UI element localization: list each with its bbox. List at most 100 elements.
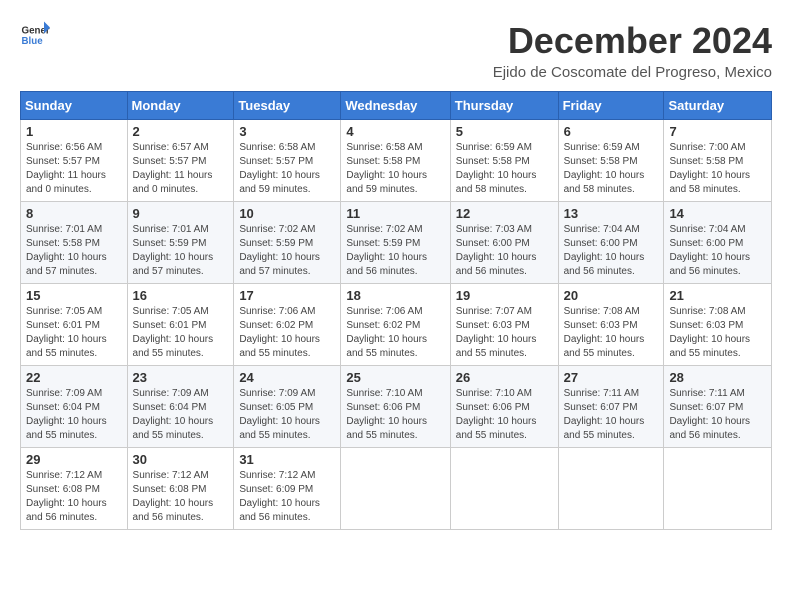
day-info: Sunrise: 7:12 AMSunset: 6:09 PMDaylight:…	[239, 470, 320, 523]
day-info: Sunrise: 7:07 AMSunset: 6:03 PMDaylight:…	[456, 306, 537, 359]
table-row: 6 Sunrise: 6:59 AMSunset: 5:58 PMDayligh…	[558, 120, 664, 202]
table-row: 11 Sunrise: 7:02 AMSunset: 5:59 PMDaylig…	[341, 202, 450, 284]
day-number: 1	[26, 124, 122, 139]
day-number: 20	[564, 288, 659, 303]
day-info: Sunrise: 7:06 AMSunset: 6:02 PMDaylight:…	[346, 306, 427, 359]
day-number: 2	[133, 124, 229, 139]
table-row: 2 Sunrise: 6:57 AMSunset: 5:57 PMDayligh…	[127, 120, 234, 202]
calendar-week-1: 1 Sunrise: 6:56 AMSunset: 5:57 PMDayligh…	[21, 120, 772, 202]
day-info: Sunrise: 7:04 AMSunset: 6:00 PMDaylight:…	[669, 224, 750, 277]
col-sunday: Sunday	[21, 92, 128, 120]
day-number: 30	[133, 452, 229, 467]
day-info: Sunrise: 7:04 AMSunset: 6:00 PMDaylight:…	[564, 224, 645, 277]
day-number: 14	[669, 206, 766, 221]
col-friday: Friday	[558, 92, 664, 120]
day-number: 12	[456, 206, 553, 221]
col-thursday: Thursday	[450, 92, 558, 120]
table-row: 14 Sunrise: 7:04 AMSunset: 6:00 PMDaylig…	[664, 202, 772, 284]
day-number: 13	[564, 206, 659, 221]
table-row	[341, 448, 450, 530]
day-info: Sunrise: 7:09 AMSunset: 6:04 PMDaylight:…	[133, 388, 214, 441]
day-number: 23	[133, 370, 229, 385]
day-info: Sunrise: 7:02 AMSunset: 5:59 PMDaylight:…	[239, 224, 320, 277]
table-row: 15 Sunrise: 7:05 AMSunset: 6:01 PMDaylig…	[21, 284, 128, 366]
calendar-week-2: 8 Sunrise: 7:01 AMSunset: 5:58 PMDayligh…	[21, 202, 772, 284]
table-row: 26 Sunrise: 7:10 AMSunset: 6:06 PMDaylig…	[450, 366, 558, 448]
table-row	[450, 448, 558, 530]
day-info: Sunrise: 7:10 AMSunset: 6:06 PMDaylight:…	[346, 388, 427, 441]
day-number: 18	[346, 288, 444, 303]
day-number: 22	[26, 370, 122, 385]
day-number: 21	[669, 288, 766, 303]
day-info: Sunrise: 6:59 AMSunset: 5:58 PMDaylight:…	[456, 142, 537, 195]
table-row: 13 Sunrise: 7:04 AMSunset: 6:00 PMDaylig…	[558, 202, 664, 284]
table-row: 21 Sunrise: 7:08 AMSunset: 6:03 PMDaylig…	[664, 284, 772, 366]
svg-text:Blue: Blue	[22, 36, 44, 47]
day-number: 31	[239, 452, 335, 467]
day-number: 8	[26, 206, 122, 221]
table-row: 31 Sunrise: 7:12 AMSunset: 6:09 PMDaylig…	[234, 448, 341, 530]
day-number: 3	[239, 124, 335, 139]
table-row: 12 Sunrise: 7:03 AMSunset: 6:00 PMDaylig…	[450, 202, 558, 284]
day-info: Sunrise: 7:08 AMSunset: 6:03 PMDaylight:…	[564, 306, 645, 359]
table-row: 8 Sunrise: 7:01 AMSunset: 5:58 PMDayligh…	[21, 202, 128, 284]
table-row: 3 Sunrise: 6:58 AMSunset: 5:57 PMDayligh…	[234, 120, 341, 202]
day-info: Sunrise: 7:05 AMSunset: 6:01 PMDaylight:…	[133, 306, 214, 359]
calendar-table: Sunday Monday Tuesday Wednesday Thursday…	[20, 91, 772, 530]
table-row: 4 Sunrise: 6:58 AMSunset: 5:58 PMDayligh…	[341, 120, 450, 202]
day-info: Sunrise: 7:01 AMSunset: 5:59 PMDaylight:…	[133, 224, 214, 277]
title-section: December 2024 Ejido de Coscomate del Pro…	[493, 20, 772, 81]
day-number: 25	[346, 370, 444, 385]
day-number: 15	[26, 288, 122, 303]
table-row: 16 Sunrise: 7:05 AMSunset: 6:01 PMDaylig…	[127, 284, 234, 366]
day-number: 29	[26, 452, 122, 467]
col-tuesday: Tuesday	[234, 92, 341, 120]
table-row	[558, 448, 664, 530]
day-info: Sunrise: 6:58 AMSunset: 5:57 PMDaylight:…	[239, 142, 320, 195]
day-number: 6	[564, 124, 659, 139]
table-row: 18 Sunrise: 7:06 AMSunset: 6:02 PMDaylig…	[341, 284, 450, 366]
day-number: 17	[239, 288, 335, 303]
col-monday: Monday	[127, 92, 234, 120]
day-info: Sunrise: 7:06 AMSunset: 6:02 PMDaylight:…	[239, 306, 320, 359]
day-info: Sunrise: 7:12 AMSunset: 6:08 PMDaylight:…	[26, 470, 107, 523]
day-info: Sunrise: 7:09 AMSunset: 6:04 PMDaylight:…	[26, 388, 107, 441]
month-title: December 2024	[493, 20, 772, 62]
table-row: 19 Sunrise: 7:07 AMSunset: 6:03 PMDaylig…	[450, 284, 558, 366]
col-saturday: Saturday	[664, 92, 772, 120]
table-row: 1 Sunrise: 6:56 AMSunset: 5:57 PMDayligh…	[21, 120, 128, 202]
table-row: 7 Sunrise: 7:00 AMSunset: 5:58 PMDayligh…	[664, 120, 772, 202]
day-info: Sunrise: 7:01 AMSunset: 5:58 PMDaylight:…	[26, 224, 107, 277]
logo: General Blue	[20, 20, 50, 50]
day-info: Sunrise: 6:57 AMSunset: 5:57 PMDaylight:…	[133, 142, 213, 195]
table-row	[664, 448, 772, 530]
day-info: Sunrise: 7:12 AMSunset: 6:08 PMDaylight:…	[133, 470, 214, 523]
day-number: 19	[456, 288, 553, 303]
col-wednesday: Wednesday	[341, 92, 450, 120]
day-info: Sunrise: 7:03 AMSunset: 6:00 PMDaylight:…	[456, 224, 537, 277]
day-number: 28	[669, 370, 766, 385]
location-title: Ejido de Coscomate del Progreso, Mexico	[493, 64, 772, 81]
day-info: Sunrise: 7:05 AMSunset: 6:01 PMDaylight:…	[26, 306, 107, 359]
table-row: 29 Sunrise: 7:12 AMSunset: 6:08 PMDaylig…	[21, 448, 128, 530]
table-row: 5 Sunrise: 6:59 AMSunset: 5:58 PMDayligh…	[450, 120, 558, 202]
day-info: Sunrise: 7:00 AMSunset: 5:58 PMDaylight:…	[669, 142, 750, 195]
table-row: 27 Sunrise: 7:11 AMSunset: 6:07 PMDaylig…	[558, 366, 664, 448]
day-info: Sunrise: 7:02 AMSunset: 5:59 PMDaylight:…	[346, 224, 427, 277]
day-info: Sunrise: 7:11 AMSunset: 6:07 PMDaylight:…	[669, 388, 750, 441]
table-row: 28 Sunrise: 7:11 AMSunset: 6:07 PMDaylig…	[664, 366, 772, 448]
day-info: Sunrise: 6:59 AMSunset: 5:58 PMDaylight:…	[564, 142, 645, 195]
day-info: Sunrise: 6:58 AMSunset: 5:58 PMDaylight:…	[346, 142, 427, 195]
calendar-week-4: 22 Sunrise: 7:09 AMSunset: 6:04 PMDaylig…	[21, 366, 772, 448]
table-row: 10 Sunrise: 7:02 AMSunset: 5:59 PMDaylig…	[234, 202, 341, 284]
table-row: 20 Sunrise: 7:08 AMSunset: 6:03 PMDaylig…	[558, 284, 664, 366]
day-number: 5	[456, 124, 553, 139]
table-row: 24 Sunrise: 7:09 AMSunset: 6:05 PMDaylig…	[234, 366, 341, 448]
table-row: 25 Sunrise: 7:10 AMSunset: 6:06 PMDaylig…	[341, 366, 450, 448]
table-row: 23 Sunrise: 7:09 AMSunset: 6:04 PMDaylig…	[127, 366, 234, 448]
day-number: 16	[133, 288, 229, 303]
logo-icon: General Blue	[20, 20, 50, 50]
table-row: 17 Sunrise: 7:06 AMSunset: 6:02 PMDaylig…	[234, 284, 341, 366]
day-number: 24	[239, 370, 335, 385]
day-number: 7	[669, 124, 766, 139]
